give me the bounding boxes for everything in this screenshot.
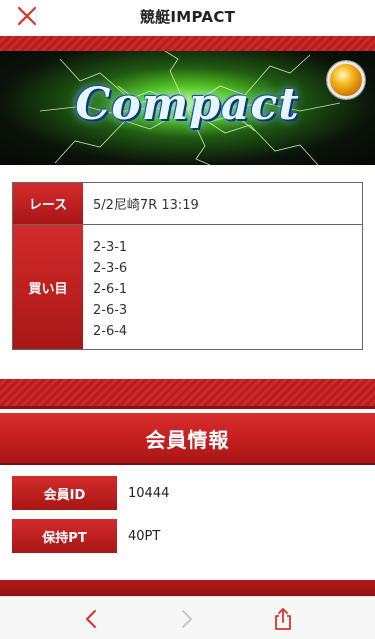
- header-band: [0, 36, 375, 51]
- buy-item: 2-6-1: [93, 282, 128, 297]
- member-id-row: 会員ID 10444: [12, 476, 363, 510]
- buy-row: 買い目 2-3-1 2-3-6 2-6-1 2-6-3 2-6-4: [13, 225, 362, 349]
- banner-image: Compact: [0, 51, 375, 165]
- close-icon[interactable]: [14, 3, 40, 29]
- buy-item: 2-3-1: [93, 240, 128, 255]
- member-pt-label: 保持PT: [12, 519, 117, 553]
- buy-item: 2-3-6: [93, 261, 128, 276]
- top-bar: 競艇IMPACT: [0, 0, 375, 32]
- page-title: 競艇IMPACT: [139, 7, 236, 26]
- chevron-right-icon[interactable]: [174, 607, 198, 631]
- buy-item: 2-6-4: [93, 324, 128, 339]
- share-icon[interactable]: [271, 607, 295, 631]
- race-value: 5/2尼崎7R 13:19: [93, 198, 199, 213]
- chevron-left-icon[interactable]: [80, 607, 104, 631]
- race-info-table: レース 5/2尼崎7R 13:19 買い目 2-3-1 2-3-6 2-6-1 …: [12, 182, 363, 350]
- buy-list: 2-3-1 2-3-6 2-6-1 2-6-3 2-6-4: [83, 225, 127, 349]
- banner-logo: Compact: [75, 79, 300, 130]
- member-pt-value: 40PT: [128, 528, 161, 544]
- member-info-title: 会員情報: [145, 427, 230, 452]
- browser-toolbar: [0, 596, 375, 639]
- member-id-label: 会員ID: [12, 476, 117, 510]
- race-label: レース: [13, 183, 83, 224]
- medal-icon: [327, 61, 365, 99]
- race-row: レース 5/2尼崎7R 13:19: [13, 183, 362, 225]
- section-divider-band: [0, 379, 375, 409]
- buy-label: 買い目: [13, 225, 83, 349]
- member-id-value: 10444: [128, 485, 170, 501]
- buy-item: 2-6-3: [93, 303, 128, 318]
- member-info-header: 会員情報: [0, 413, 375, 465]
- member-pt-row: 保持PT 40PT: [12, 519, 363, 553]
